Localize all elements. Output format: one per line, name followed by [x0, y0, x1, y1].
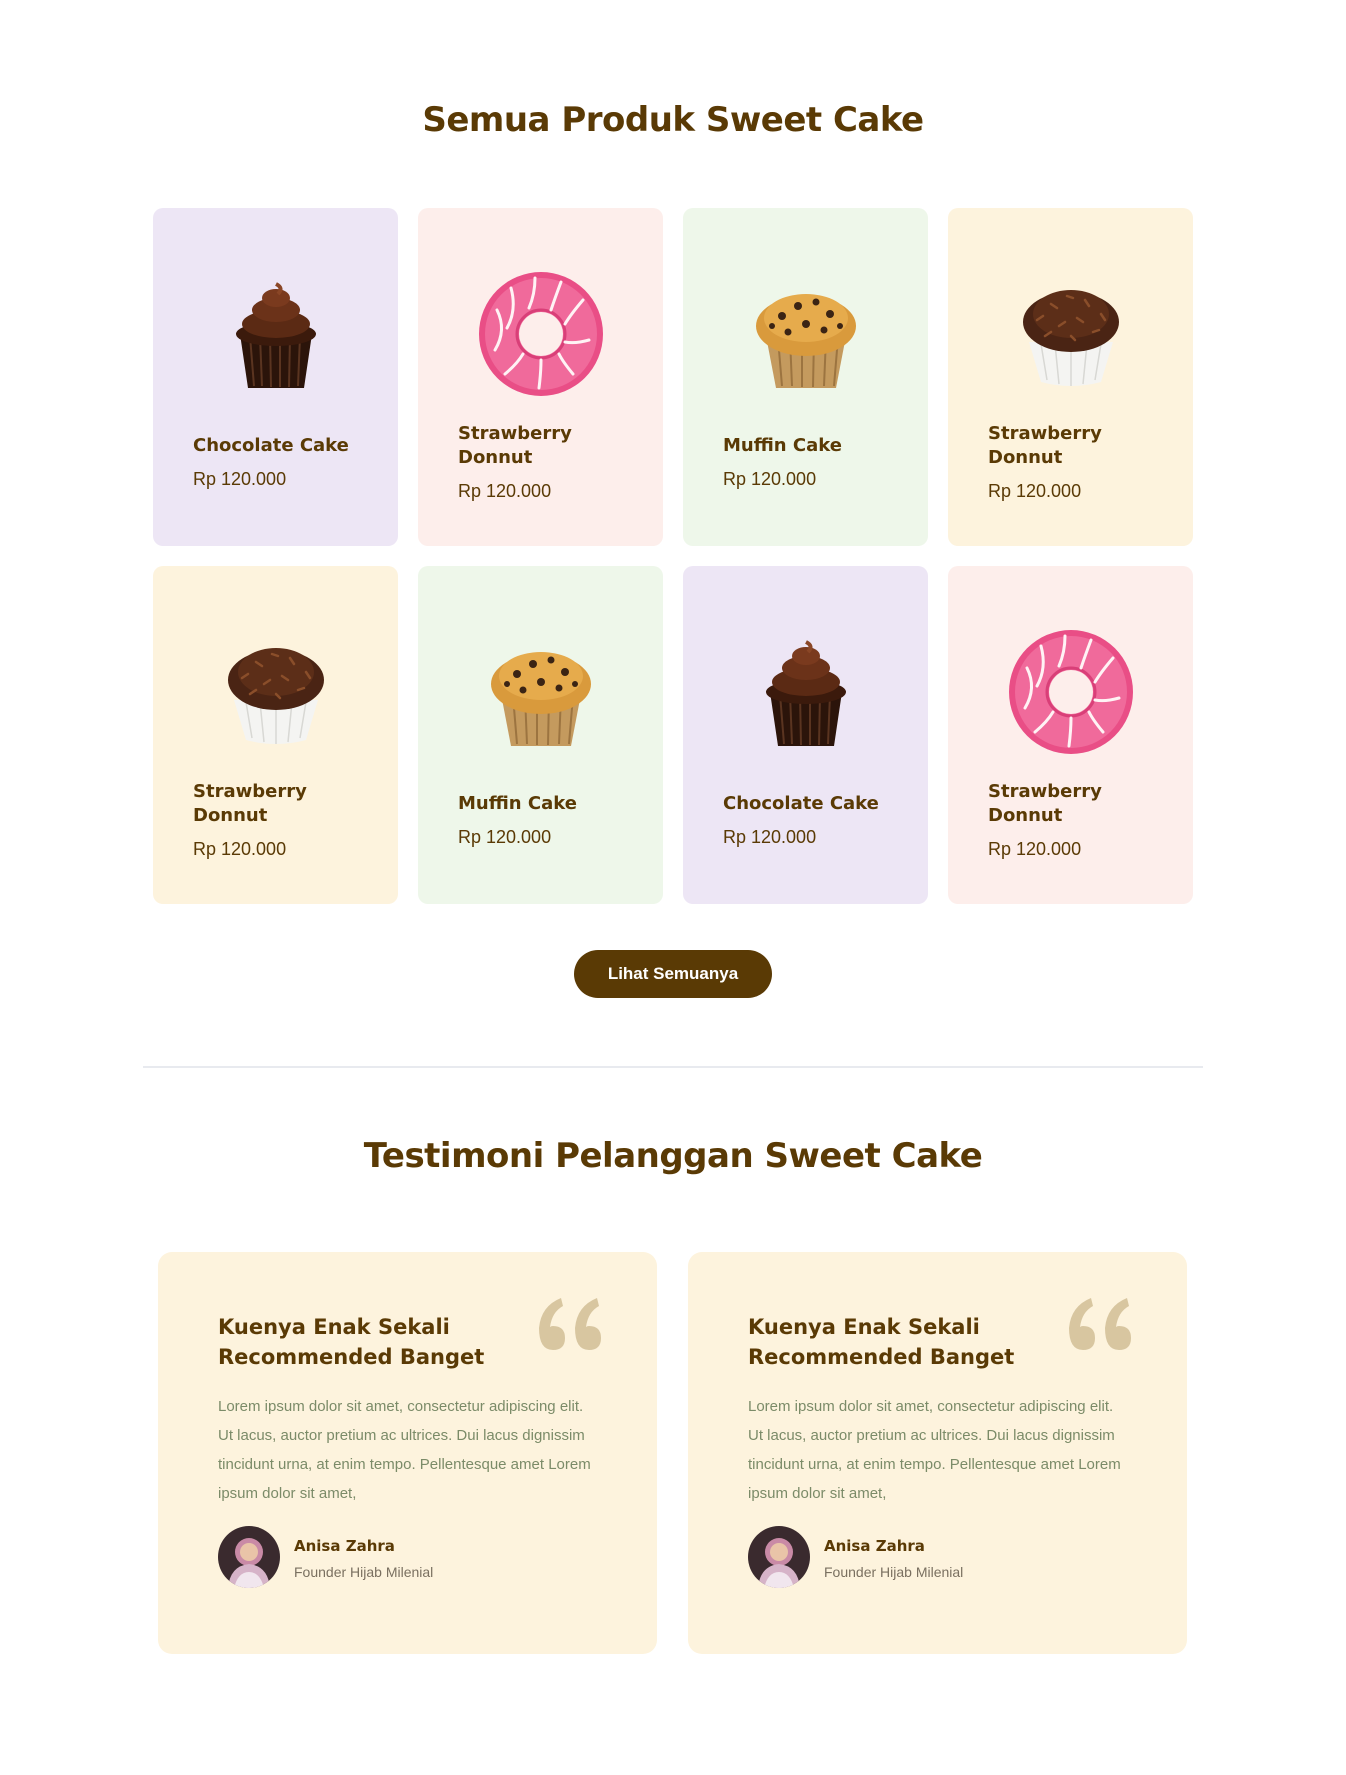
- see-all-button[interactable]: Lihat Semuanya: [574, 950, 772, 998]
- product-info: Chocolate Cake Rp 120.000: [193, 422, 374, 502]
- section-divider: [143, 1066, 1203, 1068]
- product-price: Rp 120.000: [193, 839, 287, 859]
- product-price: Rp 120.000: [458, 481, 552, 501]
- muffin-image: [490, 652, 591, 746]
- products-section-title: Semua Produk Sweet Cake: [422, 100, 924, 140]
- product-card[interactable]: Strawberry Donnut Rp 120.000: [948, 566, 1193, 904]
- product-name: Strawberry Donnut: [988, 781, 1102, 826]
- product-info: Chocolate Cake Rp 120.000: [723, 780, 904, 860]
- product-name: Muffin Cake: [458, 793, 577, 814]
- product-info: Strawberry Donnut Rp 120.000: [988, 780, 1169, 860]
- testimonial-role: Founder Hijab Milenial: [294, 1564, 434, 1580]
- product-info: Muffin Cake Rp 120.000: [723, 422, 904, 502]
- avatar: [218, 1526, 280, 1588]
- sprinkle-cupcake-image: [227, 648, 324, 744]
- product-price: Rp 120.000: [723, 827, 817, 847]
- product-card[interactable]: Muffin Cake Rp 120.000: [418, 566, 663, 904]
- product-price: Rp 120.000: [988, 481, 1082, 501]
- product-price: Rp 120.000: [193, 469, 287, 489]
- product-card[interactable]: Chocolate Cake Rp 120.000: [683, 566, 928, 904]
- quote-icon: [1069, 1298, 1131, 1350]
- testimonial-body: Lorem ipsum dolor sit amet, consectetur …: [748, 1398, 1121, 1502]
- product-card[interactable]: Muffin Cake Rp 120.000: [683, 208, 928, 546]
- product-card[interactable]: Strawberry Donnut Rp 120.000: [153, 566, 398, 904]
- testimonial-headline: Kuenya Enak Sekali Recommended Banget: [748, 1315, 1015, 1369]
- product-name: Chocolate Cake: [193, 435, 349, 456]
- product-grid: Chocolate Cake Rp 120.000 Strawberry Don…: [153, 208, 1193, 904]
- testimonial-role: Founder Hijab Milenial: [824, 1564, 964, 1580]
- pink-donut-image: [478, 272, 603, 396]
- product-name: Muffin Cake: [723, 435, 842, 456]
- chocolate-cupcake-image: [235, 282, 316, 388]
- product-info: Strawberry Donnut Rp 120.000: [988, 422, 1169, 502]
- testimonial-headline: Kuenya Enak Sekali Recommended Banget: [218, 1315, 485, 1369]
- product-name: Strawberry Donnut: [193, 781, 307, 826]
- product-name: Chocolate Cake: [723, 793, 879, 814]
- pink-donut-image: [1008, 630, 1133, 754]
- testimonial-body: Lorem ipsum dolor sit amet, consectetur …: [218, 1398, 591, 1502]
- quote-icon: [539, 1298, 601, 1350]
- testimonial-card: Kuenya Enak Sekali Recommended Banget Lo…: [158, 1252, 657, 1654]
- product-name: Strawberry Donnut: [458, 423, 572, 468]
- product-info: Muffin Cake Rp 120.000: [458, 780, 639, 860]
- product-card[interactable]: Chocolate Cake Rp 120.000: [153, 208, 398, 546]
- muffin-image: [755, 294, 856, 388]
- product-price: Rp 120.000: [723, 469, 817, 489]
- product-name: Strawberry Donnut: [988, 423, 1102, 468]
- product-card[interactable]: Strawberry Donnut Rp 120.000: [948, 208, 1193, 546]
- product-price: Rp 120.000: [458, 827, 552, 847]
- testimonial-card: Kuenya Enak Sekali Recommended Banget Lo…: [688, 1252, 1187, 1654]
- product-price: Rp 120.000: [988, 839, 1082, 859]
- product-info: Strawberry Donnut Rp 120.000: [458, 422, 639, 502]
- testimonial-author: Anisa Zahra: [294, 1537, 395, 1555]
- chocolate-cupcake-image: [765, 640, 846, 746]
- product-info: Strawberry Donnut Rp 120.000: [193, 780, 374, 860]
- avatar: [748, 1526, 810, 1588]
- testimonials-section-title: Testimoni Pelanggan Sweet Cake: [363, 1136, 983, 1176]
- testimonial-author: Anisa Zahra: [824, 1537, 925, 1555]
- product-card[interactable]: Strawberry Donnut Rp 120.000: [418, 208, 663, 546]
- sprinkle-cupcake-image: [1022, 290, 1119, 386]
